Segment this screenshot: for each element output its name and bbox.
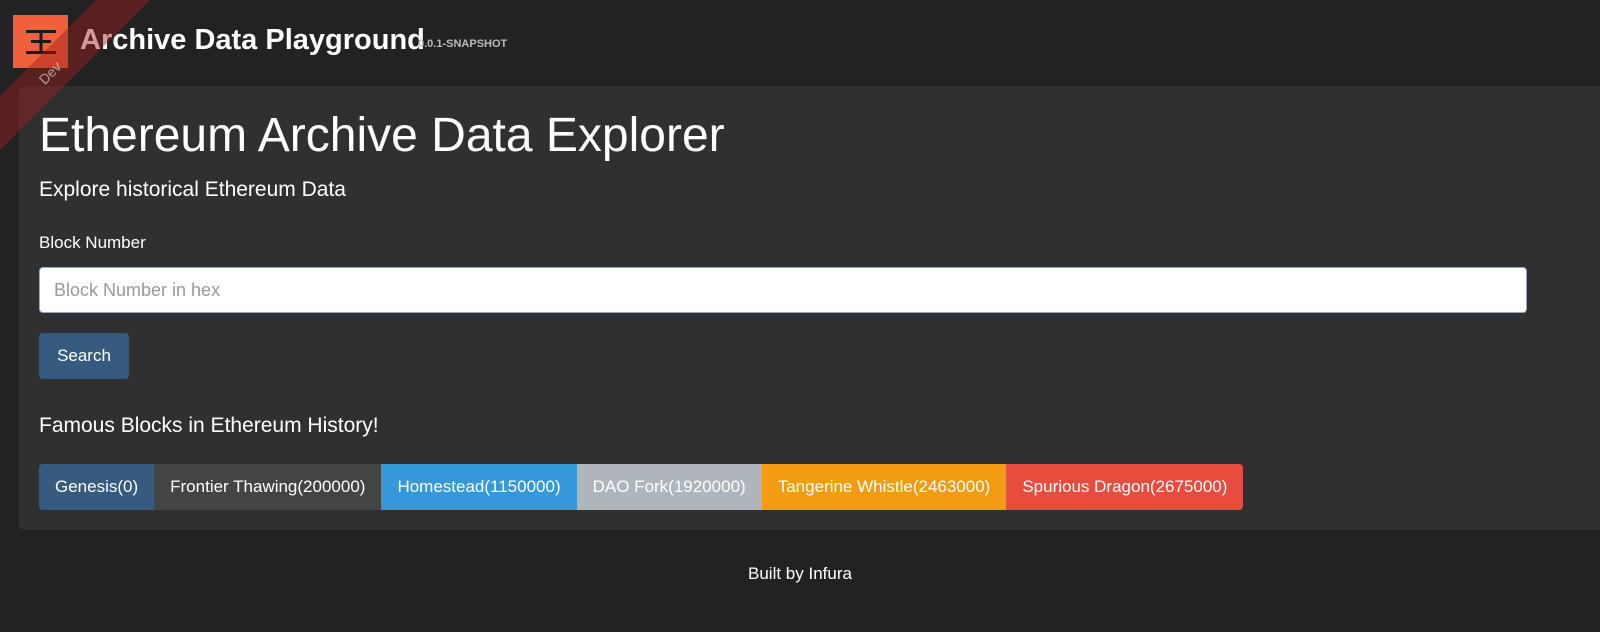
block-number-input[interactable] xyxy=(39,267,1527,313)
famous-block-tangerine-whistle[interactable]: Tangerine Whistle(2463000) xyxy=(761,464,1007,510)
block-number-label: Block Number xyxy=(39,233,146,252)
famous-block-spurious-dragon[interactable]: Spurious Dragon(2675000) xyxy=(1006,464,1244,510)
famous-block-homestead[interactable]: Homestead(1150000) xyxy=(381,464,577,510)
search-button[interactable]: Search xyxy=(39,333,129,379)
explorer-panel: Ethereum Archive Data Explorer Explore h… xyxy=(19,86,1600,530)
version-label: 0.0.1-SNAPSHOT xyxy=(418,38,508,50)
navbar: Archive Data Playground 0.0.1-SNAPSHOT xyxy=(0,0,1600,84)
famous-block-frontier-thawing[interactable]: Frontier Thawing(200000) xyxy=(154,464,382,510)
app-brand-title[interactable]: Archive Data Playground xyxy=(80,22,425,58)
footer-credit: Built by Infura xyxy=(748,564,852,583)
famous-block-dao-fork[interactable]: DAO Fork(1920000) xyxy=(576,464,762,510)
page-title: Ethereum Archive Data Explorer xyxy=(39,109,725,162)
famous-block-genesis[interactable]: Genesis(0) xyxy=(39,464,155,510)
famous-blocks-group: Genesis(0) Frontier Thawing(200000) Home… xyxy=(39,464,1244,510)
famous-blocks-title: Famous Blocks in Ethereum History! xyxy=(39,414,379,437)
page-subtitle: Explore historical Ethereum Data xyxy=(39,178,346,201)
